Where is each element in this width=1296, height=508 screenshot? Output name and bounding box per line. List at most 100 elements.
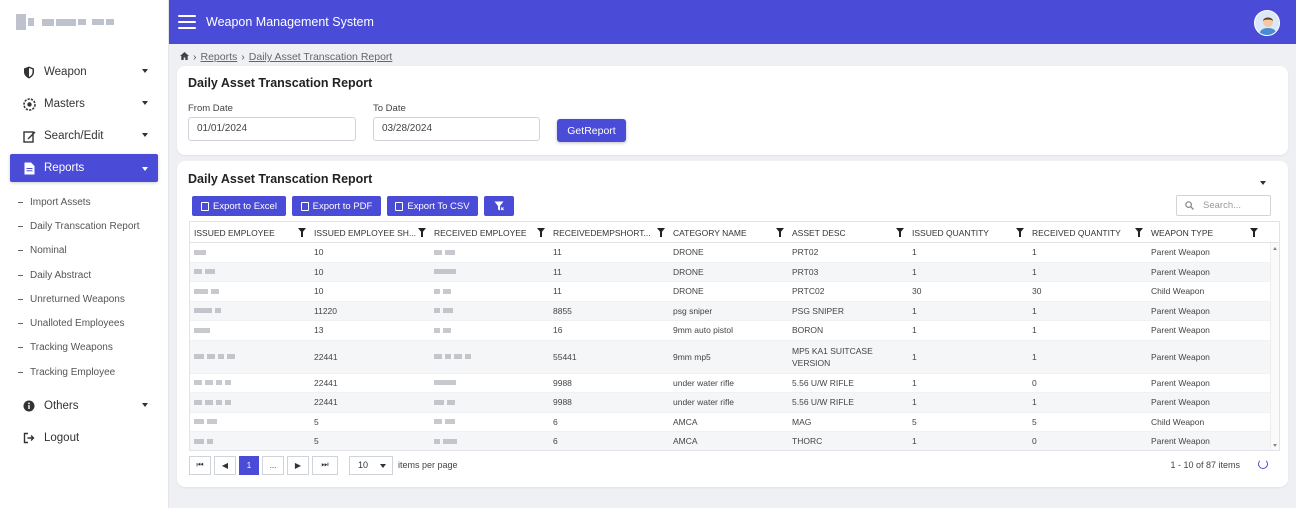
table-row[interactable]: 5 6 AMCA THORC 1 0 Parent Weapon [190, 432, 1279, 450]
column-header-label: RECEIVEDEMPSHORT... [553, 228, 651, 238]
export-excel-button[interactable]: Export to Excel [192, 196, 286, 216]
table-cell: 10 [314, 266, 324, 277]
column-header-issued-employee-short[interactable]: ISSUED EMPLOYEE SH... [310, 222, 430, 242]
submenu-item-tracking-employee[interactable]: Tracking Employee [0, 360, 168, 384]
table-cell: 5 [314, 416, 319, 427]
table-row[interactable]: 22441 55441 9mm mp5 MP5 KA1 SUITCASE VERSIO… [190, 340, 1279, 374]
table-cell: 10 [314, 247, 324, 258]
redacted-cell [190, 243, 310, 262]
refresh-icon[interactable] [1258, 459, 1268, 469]
table-cell: 1 [1032, 247, 1037, 258]
export-csv-button[interactable]: Export To CSV [387, 196, 478, 216]
next-page-button[interactable]: ▶ [287, 455, 309, 475]
export-pdf-button[interactable]: Export to PDF [292, 196, 381, 216]
filter-icon[interactable] [298, 228, 306, 237]
more-pages-button[interactable]: ... [262, 455, 284, 475]
filter-icon[interactable] [1135, 228, 1143, 237]
sidebar-item-others[interactable]: Others [0, 390, 168, 422]
breadcrumb-current[interactable]: Daily Asset Transcation Report [249, 51, 393, 63]
filter-icon[interactable] [896, 228, 904, 237]
table-row[interactable]: 5 6 AMCA MAG 5 5 Child Weapon [190, 413, 1279, 432]
home-icon[interactable] [180, 51, 189, 63]
app-logo[interactable] [0, 0, 168, 44]
column-header-category-name[interactable]: CATEGORY NAME [669, 222, 788, 242]
table-cell: 1 [912, 397, 917, 408]
breadcrumb-separator: › [193, 51, 197, 63]
grid-scrollbar[interactable] [1270, 243, 1279, 450]
table-row[interactable]: 13 16 9mm auto pistol BORON 1 1 Parent Weapon [190, 321, 1279, 341]
pdf-icon [300, 201, 309, 211]
get-report-button[interactable]: GetReport [557, 119, 626, 142]
column-header-received-employee[interactable]: RECEIVED EMPLOYEE [430, 222, 549, 242]
table-cell: Parent Weapon [1151, 397, 1210, 408]
submenu-item-unalloted-employees[interactable]: Unalloted Employees [0, 311, 168, 335]
filter-icon[interactable] [537, 228, 545, 237]
to-date-input[interactable]: 03/28/2024 [373, 117, 540, 141]
redacted-cell [430, 393, 549, 412]
table-cell: 22441 [314, 351, 338, 362]
submenu-item-unreturned-weapons[interactable]: Unreturned Weapons [0, 287, 168, 311]
redacted-cell [190, 413, 310, 432]
column-header-weapon-type[interactable]: WEAPON TYPE [1147, 222, 1262, 242]
sidebar-item-label: Masters [44, 98, 85, 110]
collapse-chevron-icon[interactable] [1260, 181, 1266, 185]
filter-icon[interactable] [776, 228, 784, 237]
table-cell: 1 [912, 325, 917, 336]
submenu-item-tracking-weapons[interactable]: Tracking Weapons [0, 336, 168, 360]
column-header-asset-desc[interactable]: ASSET DESC [788, 222, 908, 242]
table-cell: 5.56 U/W RIFLE [792, 377, 854, 388]
table-cell: 5 [314, 436, 319, 447]
dash-icon [18, 347, 23, 349]
submenu-item-import-assets[interactable]: Import Assets [0, 190, 168, 214]
clear-filter-icon [494, 201, 504, 211]
hamburger-menu-icon[interactable] [178, 15, 196, 29]
table-cell: DRONE [673, 247, 704, 258]
last-page-button[interactable]: ⏭ [312, 455, 338, 475]
column-header-issued-employee[interactable]: ISSUED EMPLOYEE [190, 222, 310, 242]
column-header-issued-quantity[interactable]: ISSUED QUANTITY [908, 222, 1028, 242]
column-header-label: ISSUED EMPLOYEE SH... [314, 228, 417, 238]
table-cell: DRONE [673, 286, 704, 297]
dash-icon [18, 201, 23, 203]
table-cell: 1 [1032, 266, 1037, 277]
filter-icon[interactable] [1250, 228, 1258, 237]
table-row[interactable]: 11220 8855 psg sniper PSG SNIPER 1 1 Parent We… [190, 301, 1279, 321]
search-input[interactable]: Search... [1176, 195, 1271, 216]
column-header-received-emp-short[interactable]: RECEIVEDEMPSHORT... [549, 222, 669, 242]
sidebar-item-weapon[interactable]: Weapon [0, 56, 168, 88]
scroll-down-icon[interactable] [1273, 444, 1277, 447]
table-row[interactable]: 10 11 DRONE PRT02 1 1 Parent Weapon [190, 243, 1279, 263]
table-cell: 9988 [553, 377, 572, 388]
table-cell: PSG SNIPER [792, 305, 844, 316]
table-row[interactable]: 10 11 DRONE PRTC02 30 30 Child Weapon [190, 282, 1279, 302]
sidebar-item-masters[interactable]: Masters [0, 88, 168, 120]
table-row[interactable]: 22441 9988 under water rifle 5.56 U/W RIFLE… [190, 374, 1279, 393]
breadcrumb-reports[interactable]: Reports [201, 51, 238, 63]
chevron-down-icon [142, 167, 148, 171]
scroll-up-icon[interactable] [1273, 247, 1277, 250]
filter-icon[interactable] [418, 228, 426, 237]
redacted-cell [430, 282, 549, 301]
first-page-button[interactable]: ⏮ [189, 455, 211, 475]
filter-icon[interactable] [657, 228, 665, 237]
clear-filter-button[interactable] [484, 196, 514, 216]
dash-icon [18, 274, 23, 276]
from-date-input[interactable]: 01/01/2024 [188, 117, 356, 141]
redacted-cell [190, 374, 310, 393]
filter-icon[interactable] [1016, 228, 1024, 237]
column-header-received-quantity[interactable]: RECEIVED QUANTITY [1028, 222, 1147, 242]
submenu-item-nominal[interactable]: Nominal [0, 239, 168, 263]
sidebar-item-reports[interactable]: Reports [10, 154, 158, 182]
sidebar-item-search-edit[interactable]: Search/Edit [0, 120, 168, 152]
redacted-cell [190, 321, 310, 340]
submenu-item-label: Tracking Weapons [30, 342, 113, 354]
sidebar-item-logout[interactable]: Logout [0, 422, 168, 454]
user-avatar[interactable] [1254, 10, 1280, 36]
table-row[interactable]: 10 11 DRONE PRT03 1 1 Parent Weapon [190, 262, 1279, 282]
submenu-item-daily-transcation-report[interactable]: Daily Transcation Report [0, 214, 168, 238]
page-1-button[interactable]: 1 [239, 455, 259, 475]
page-size-select[interactable]: 10 [349, 455, 393, 475]
prev-page-button[interactable]: ◀ [214, 455, 236, 475]
submenu-item-daily-abstract[interactable]: Daily Abstract [0, 263, 168, 287]
table-row[interactable]: 22441 9988 under water rifle 5.56 U/W RIFLE… [190, 393, 1279, 413]
